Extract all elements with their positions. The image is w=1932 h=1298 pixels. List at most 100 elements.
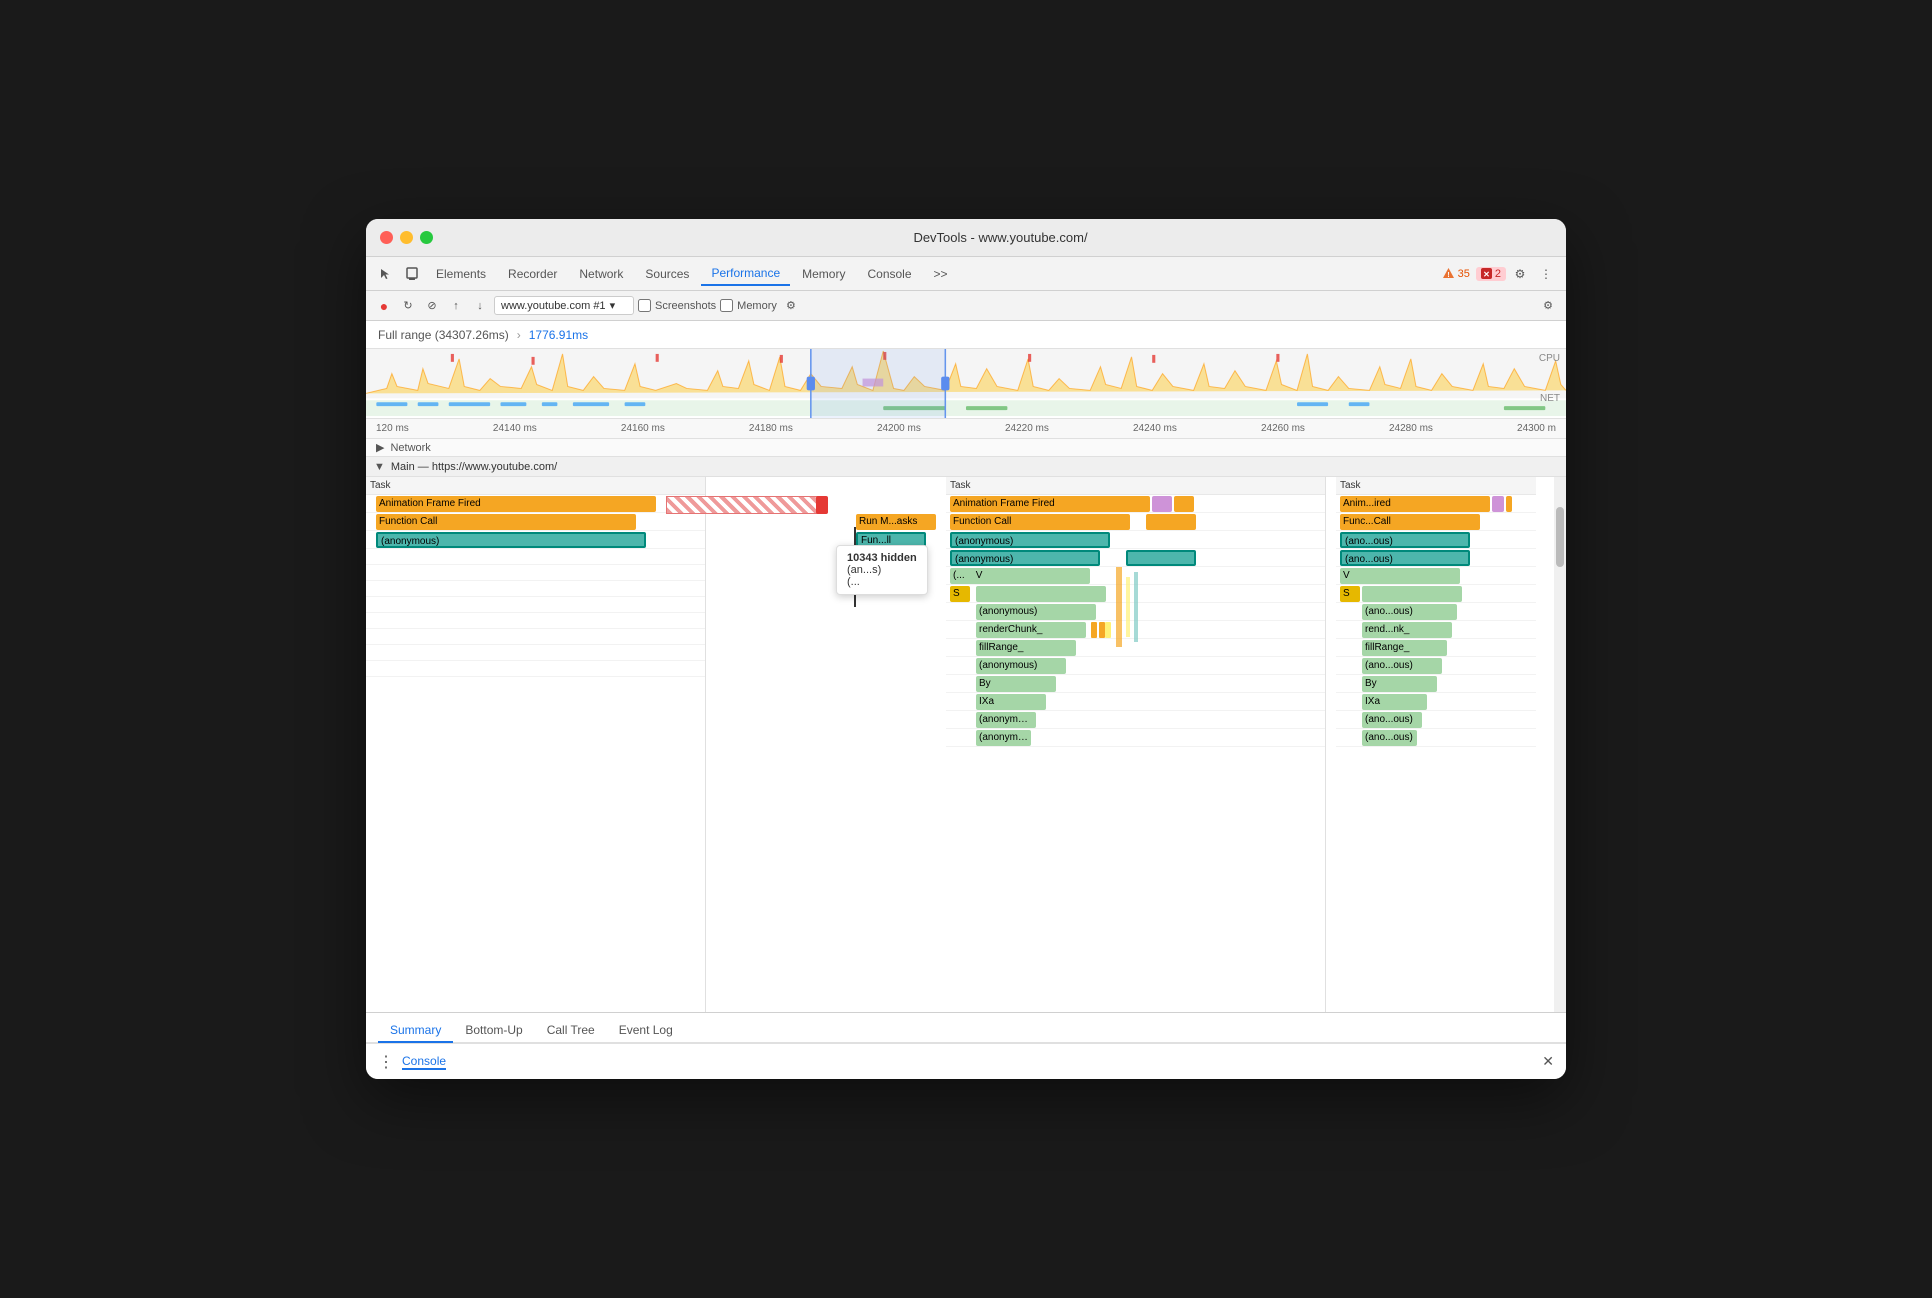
- scrollbar-thumb[interactable]: [1556, 507, 1564, 567]
- renderchunk-block[interactable]: renderChunk_: [976, 622, 1086, 638]
- flame-row-fill3[interactable]: fillRange_: [1336, 639, 1536, 657]
- func-block-3[interactable]: Func...Call: [1340, 514, 1480, 530]
- flame-row-sub-5[interactable]: [366, 613, 705, 629]
- memory-settings-icon[interactable]: ⚙: [781, 296, 801, 316]
- more-icon[interactable]: ⋮: [1534, 262, 1558, 286]
- by-block[interactable]: By: [976, 676, 1056, 692]
- flame-row-func-3[interactable]: Func...Call: [1336, 513, 1536, 531]
- tab-console[interactable]: Console: [857, 263, 921, 285]
- flame-row-ixa[interactable]: IXa: [946, 693, 1325, 711]
- anon-block-5[interactable]: (anonymous): [976, 658, 1066, 674]
- rend-block-3[interactable]: rend...nk_: [1362, 622, 1452, 638]
- url-selector[interactable]: www.youtube.com #1 ▾: [494, 296, 634, 315]
- flame-row-anon-3d[interactable]: (ano...ous): [1336, 657, 1536, 675]
- tab-sources[interactable]: Sources: [635, 263, 699, 285]
- minimize-button[interactable]: [400, 231, 413, 244]
- s-block[interactable]: S: [950, 586, 970, 602]
- flame-row-sub-8[interactable]: [366, 661, 705, 677]
- v-block-3[interactable]: V: [1340, 568, 1460, 584]
- tab-network[interactable]: Network: [569, 263, 633, 285]
- flame-row-anon-6[interactable]: (anonymous): [946, 711, 1325, 729]
- network-section-header[interactable]: ▶ Network: [366, 439, 1566, 457]
- s-green-3[interactable]: [1362, 586, 1462, 602]
- cursor-icon[interactable]: [374, 262, 398, 286]
- anon-block-3f[interactable]: (ano...ous): [1362, 730, 1417, 746]
- console-more-icon[interactable]: ⋮: [378, 1052, 394, 1072]
- flame-row-sub-3[interactable]: [366, 581, 705, 597]
- flame-row-anon-3[interactable]: (anonymous): [946, 549, 1325, 567]
- flame-row-anon-3f[interactable]: (ano...ous): [1336, 729, 1536, 747]
- anon-block-2[interactable]: (anonymous): [950, 532, 1110, 548]
- anon-block-1[interactable]: (anonymous): [376, 532, 646, 548]
- flame-row-by3[interactable]: By: [1336, 675, 1536, 693]
- flame-row-s3[interactable]: S: [1336, 585, 1536, 603]
- console-close-icon[interactable]: ✕: [1542, 1053, 1554, 1070]
- tab-call-tree[interactable]: Call Tree: [535, 1019, 607, 1043]
- func-block-1[interactable]: Function Call: [376, 514, 636, 530]
- record-button[interactable]: ●: [374, 296, 394, 316]
- ixa-block[interactable]: IXa: [976, 694, 1046, 710]
- upload-button[interactable]: ↑: [446, 296, 466, 316]
- device-icon[interactable]: [400, 262, 424, 286]
- green-row-s[interactable]: [976, 586, 1106, 602]
- anon-block-4[interactable]: (anonymous): [976, 604, 1096, 620]
- flame-row-sub-7[interactable]: [366, 645, 705, 661]
- screenshots-checkbox[interactable]: [638, 299, 651, 312]
- clear-button[interactable]: ⊘: [422, 296, 442, 316]
- memory-checkbox[interactable]: [720, 299, 733, 312]
- scrollbar[interactable]: [1554, 477, 1566, 1012]
- fill-block-3[interactable]: fillRange_: [1362, 640, 1447, 656]
- flame-row-anon-3a[interactable]: (ano...ous): [1336, 531, 1536, 549]
- flame-row-anon-3b[interactable]: (ano...ous): [1336, 549, 1536, 567]
- anon-block-3c[interactable]: (ano...ous): [1362, 604, 1457, 620]
- console-link[interactable]: Console: [402, 1054, 446, 1070]
- flame-row-anon-5[interactable]: (anonymous): [946, 657, 1325, 675]
- ixa-block-3[interactable]: IXa: [1362, 694, 1427, 710]
- flame-row-anim-2[interactable]: Animation Frame Fired: [946, 495, 1325, 513]
- settings-icon[interactable]: ⚙: [1508, 262, 1532, 286]
- flame-row-by[interactable]: By: [946, 675, 1325, 693]
- purple-block[interactable]: [1152, 496, 1172, 512]
- flame-row-anon-3e[interactable]: (ano...ous): [1336, 711, 1536, 729]
- anon-block-3[interactable]: (anonymous): [950, 550, 1100, 566]
- tab-summary[interactable]: Summary: [378, 1019, 453, 1043]
- flame-row-anim-3[interactable]: Anim...ired: [1336, 495, 1536, 513]
- anon-block-6[interactable]: (anonymous): [976, 712, 1036, 728]
- s-block-3[interactable]: S: [1340, 586, 1360, 602]
- flame-row-func-2[interactable]: Function Call: [946, 513, 1325, 531]
- by-block-3[interactable]: By: [1362, 676, 1437, 692]
- reload-button[interactable]: ↻: [398, 296, 418, 316]
- tab-more[interactable]: >>: [924, 263, 958, 285]
- flame-row-sub-2[interactable]: [366, 565, 705, 581]
- anim-block-3[interactable]: Anim...ired: [1340, 496, 1490, 512]
- tab-recorder[interactable]: Recorder: [498, 263, 567, 285]
- tab-event-log[interactable]: Event Log: [607, 1019, 685, 1043]
- func-block-2[interactable]: Function Call: [950, 514, 1130, 530]
- flame-row-rend3[interactable]: rend...nk_: [1336, 621, 1536, 639]
- anim-block-2[interactable]: Animation Frame Fired: [950, 496, 1150, 512]
- flame-row-func-1[interactable]: Function Call: [366, 513, 705, 531]
- func-block-2b[interactable]: [1146, 514, 1196, 530]
- tab-performance[interactable]: Performance: [701, 262, 790, 286]
- tab-elements[interactable]: Elements: [426, 263, 496, 285]
- anon-block-3e[interactable]: (ano...ous): [1362, 712, 1422, 728]
- flame-row-anon-3c[interactable]: (ano...ous): [1336, 603, 1536, 621]
- capture-settings-icon[interactable]: ⚙: [1538, 296, 1558, 316]
- flame-row-sub-6[interactable]: [366, 629, 705, 645]
- fillrange-block[interactable]: fillRange_: [976, 640, 1076, 656]
- anon-block-3a[interactable]: (ano...ous): [1340, 532, 1470, 548]
- close-button[interactable]: [380, 231, 393, 244]
- orange-block-sm[interactable]: [1174, 496, 1194, 512]
- flame-row-v3[interactable]: V: [1336, 567, 1536, 585]
- anim-block-1[interactable]: Animation Frame Fired: [376, 496, 656, 512]
- flame-row-ixa3[interactable]: IXa: [1336, 693, 1536, 711]
- download-button[interactable]: ↓: [470, 296, 490, 316]
- flame-row-anon-1[interactable]: (anonymous): [366, 531, 705, 549]
- anon-block-3b[interactable]: (ano...ous): [1340, 550, 1470, 566]
- anon-block-3d[interactable]: (ano...ous): [1362, 658, 1442, 674]
- v-block[interactable]: (... V: [950, 568, 1090, 584]
- maximize-button[interactable]: [420, 231, 433, 244]
- tab-bottom-up[interactable]: Bottom-Up: [453, 1019, 534, 1043]
- anon-block-3b[interactable]: [1126, 550, 1196, 566]
- tab-memory[interactable]: Memory: [792, 263, 855, 285]
